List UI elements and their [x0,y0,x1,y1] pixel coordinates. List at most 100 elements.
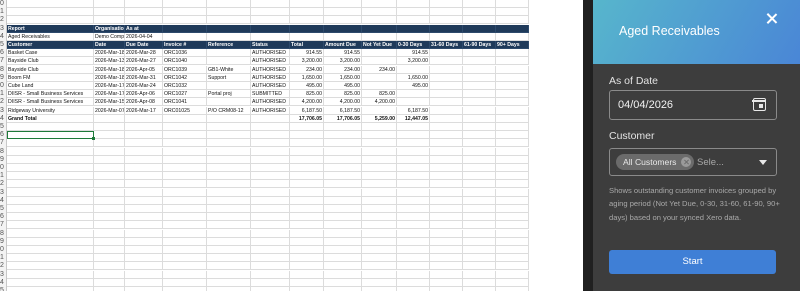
empty-cell[interactable] [207,139,251,148]
empty-cell[interactable] [397,213,430,222]
table-cell[interactable]: 2026-Apr-05 [125,65,163,74]
empty-cell[interactable] [362,246,397,254]
close-icon[interactable] [765,12,779,26]
header-fill-cell[interactable] [362,24,397,33]
empty-cell[interactable] [7,287,94,291]
table-cell[interactable]: P/O CRM08-12 [207,106,251,115]
empty-cell[interactable] [496,139,529,148]
empty-cell[interactable] [324,270,362,279]
grand-total-cell[interactable]: Grand Total [7,114,94,123]
empty-cell[interactable] [463,139,496,148]
empty-cell[interactable] [125,172,163,181]
table-cell[interactable]: 6,187.50 [397,106,430,115]
empty-cell[interactable] [251,32,290,41]
table-cell[interactable]: 2026-Mar-17 [94,82,125,90]
empty-cell[interactable] [324,221,362,230]
table-cell[interactable] [463,49,496,58]
empty-cell[interactable] [163,213,207,222]
empty-cell[interactable] [163,262,207,271]
table-cell[interactable]: Bayside Club [7,57,94,66]
table-cell[interactable] [430,98,463,107]
table-cell[interactable]: 495.00 [397,82,430,90]
empty-cell[interactable] [7,0,94,8]
row-number[interactable]: 4 [0,33,7,41]
empty-cell[interactable] [207,164,251,172]
empty-cell[interactable] [362,8,397,17]
empty-cell[interactable] [125,188,163,197]
empty-cell[interactable] [94,131,125,140]
empty-cell[interactable] [7,164,94,172]
empty-cell[interactable] [207,254,251,263]
empty-cell[interactable] [207,32,251,41]
empty-cell[interactable] [290,237,324,246]
empty-cell[interactable] [163,287,207,291]
empty-cell[interactable] [125,123,163,131]
empty-cell[interactable] [362,278,397,287]
table-cell[interactable]: 2026-Apr-06 [125,90,163,99]
cell-grid[interactable]: Report Organisation As at Aged Receivables D… [7,0,583,291]
table-cell[interactable]: 825.00 [362,90,397,99]
empty-cell[interactable] [94,196,125,205]
table-cell[interactable]: 4,200.00 [362,98,397,107]
column-header[interactable]: Customer [7,41,94,49]
table-cell[interactable]: 2026-Mar-15 [94,98,125,107]
empty-cell[interactable] [207,262,251,271]
table-cell[interactable]: AUTHORISED [251,82,290,90]
empty-cell[interactable] [324,172,362,181]
customer-select[interactable]: All Customers [609,148,777,176]
row-number[interactable]: 4 [0,115,7,123]
column-header[interactable]: Date [94,41,125,49]
empty-cell[interactable] [463,229,496,238]
empty-cell[interactable] [430,16,463,25]
empty-cell[interactable] [251,139,290,148]
empty-cell[interactable] [463,131,496,140]
empty-cell[interactable] [207,229,251,238]
table-cell[interactable] [496,82,529,90]
empty-cell[interactable] [463,8,496,17]
empty-cell[interactable] [207,180,251,189]
empty-cell[interactable] [362,221,397,230]
empty-cell[interactable] [7,262,94,271]
table-cell[interactable]: ORC01025 [163,106,207,115]
table-cell[interactable]: AUTHORISED [251,65,290,74]
empty-cell[interactable] [324,229,362,238]
table-cell[interactable]: SUBMITTED [251,90,290,99]
table-cell[interactable]: 4,200.00 [324,98,362,107]
table-cell[interactable] [430,90,463,99]
empty-cell[interactable] [125,155,163,164]
empty-cell[interactable] [251,205,290,213]
empty-cell[interactable] [397,172,430,181]
empty-cell[interactable] [251,262,290,271]
table-cell[interactable]: AUTHORISED [251,73,290,82]
table-cell[interactable]: Bayside Club [7,65,94,74]
table-cell[interactable]: ORC1036 [163,49,207,58]
empty-cell[interactable] [207,196,251,205]
empty-cell[interactable] [7,254,94,263]
row-number[interactable]: 8 [0,66,7,74]
empty-cell[interactable] [7,188,94,197]
empty-cell[interactable] [125,262,163,271]
table-cell[interactable]: AUTHORISED [251,98,290,107]
empty-cell[interactable] [430,180,463,189]
table-cell[interactable]: 4,200.00 [290,98,324,107]
meta-value-cell[interactable]: 2026-04-04 [125,32,163,41]
table-cell[interactable] [430,57,463,66]
empty-cell[interactable] [207,205,251,213]
empty-cell[interactable] [324,278,362,287]
empty-cell[interactable] [94,213,125,222]
empty-cell[interactable] [251,8,290,17]
row-number[interactable]: 0 [0,0,7,8]
row-number[interactable]: 0 [0,246,7,254]
empty-cell[interactable] [397,246,430,254]
meta-value-cell[interactable]: Aged Receivables [7,32,94,41]
spreadsheet[interactable]: 012345678901234567890123456789012345 Rep… [0,0,583,291]
table-cell[interactable]: 2026-Mar-17 [125,106,163,115]
table-cell[interactable] [496,65,529,74]
empty-cell[interactable] [290,0,324,8]
empty-cell[interactable] [463,164,496,172]
empty-cell[interactable] [94,270,125,279]
empty-cell[interactable] [496,188,529,197]
table-cell[interactable] [463,90,496,99]
empty-cell[interactable] [324,155,362,164]
header-fill-cell[interactable] [463,24,496,33]
